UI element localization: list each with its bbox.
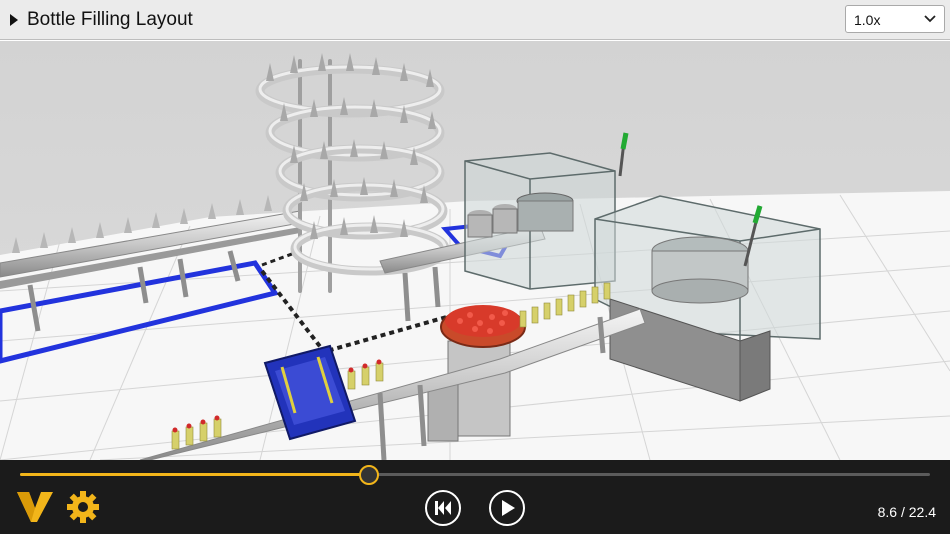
gear-icon[interactable] (66, 490, 100, 524)
speed-select[interactable]: 1.0x (845, 5, 945, 33)
skip-back-icon (435, 501, 451, 515)
time-readout: 8.6 / 22.4 (877, 504, 936, 520)
timeline-progress (20, 473, 370, 476)
factory-scene (0, 41, 950, 460)
title-bar: Bottle Filling Layout 1.0x (0, 0, 950, 40)
page-title: Bottle Filling Layout (27, 9, 193, 30)
play-icon (502, 500, 515, 516)
play-button[interactable] (489, 490, 525, 526)
timeline-track[interactable] (20, 473, 930, 476)
timeline-thumb[interactable] (359, 465, 380, 485)
speed-value: 1.0x (854, 12, 881, 28)
caret-right-icon[interactable] (10, 14, 18, 26)
skip-back-button[interactable] (425, 490, 461, 526)
3d-viewport[interactable] (0, 41, 950, 460)
logo-v-icon (17, 492, 53, 522)
chevron-down-icon (924, 15, 936, 23)
playback-bar: 8.6 / 22.4 (0, 460, 950, 534)
